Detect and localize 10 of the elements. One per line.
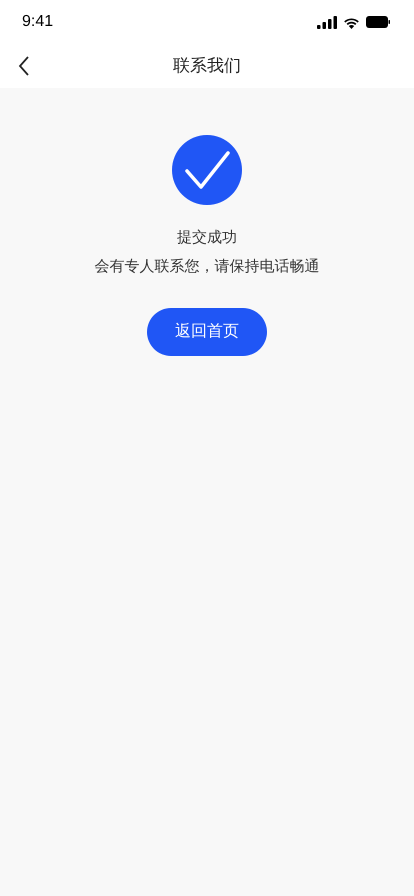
result-message: 会有专人联系您，请保持电话畅通 xyxy=(94,256,320,276)
status-time: 9:41 xyxy=(22,12,54,32)
home-button[interactable]: 返回首页 xyxy=(147,308,267,356)
checkmark-icon xyxy=(172,135,242,205)
back-icon xyxy=(18,56,30,76)
signal-icon xyxy=(317,16,337,28)
wifi-icon xyxy=(343,16,360,28)
page-title: 联系我们 xyxy=(173,55,241,78)
battery-icon xyxy=(366,16,390,28)
result-title: 提交成功 xyxy=(177,228,237,248)
